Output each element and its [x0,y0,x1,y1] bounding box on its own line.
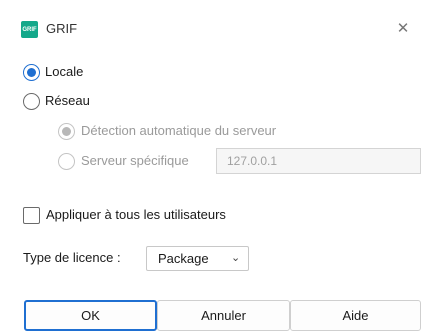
radio-network[interactable] [23,93,40,110]
app-logo-icon: GRIF [21,21,38,38]
radio-auto-detect[interactable] [58,123,75,140]
license-type-label: Type de licence : [23,250,121,265]
radio-local[interactable] [23,64,40,81]
license-type-select[interactable]: Package ⌄ [146,246,249,271]
license-type-value: Package [158,251,209,266]
radio-local-label[interactable]: Locale [45,64,83,79]
app-logo-text: GRIF [22,26,37,33]
radio-specific-server-label[interactable]: Serveur spécifique [81,153,189,168]
radio-network-label[interactable]: Réseau [45,93,90,108]
radio-auto-detect-label[interactable]: Détection automatique du serveur [81,123,276,138]
help-button[interactable]: Aide [290,300,421,331]
apply-all-users-label[interactable]: Appliquer à tous les utilisateurs [46,207,226,222]
title-bar: GRIF GRIF ✕ [0,0,421,40]
ok-button[interactable]: OK [24,300,157,331]
server-address-field[interactable]: 127.0.0.1 [216,148,421,174]
window-title: GRIF [46,21,78,36]
chevron-down-icon: ⌄ [231,252,241,264]
close-icon[interactable]: ✕ [392,18,414,40]
apply-all-users-checkbox[interactable] [23,207,40,224]
radio-specific-server[interactable] [58,153,75,170]
cancel-button[interactable]: Annuler [157,300,290,331]
